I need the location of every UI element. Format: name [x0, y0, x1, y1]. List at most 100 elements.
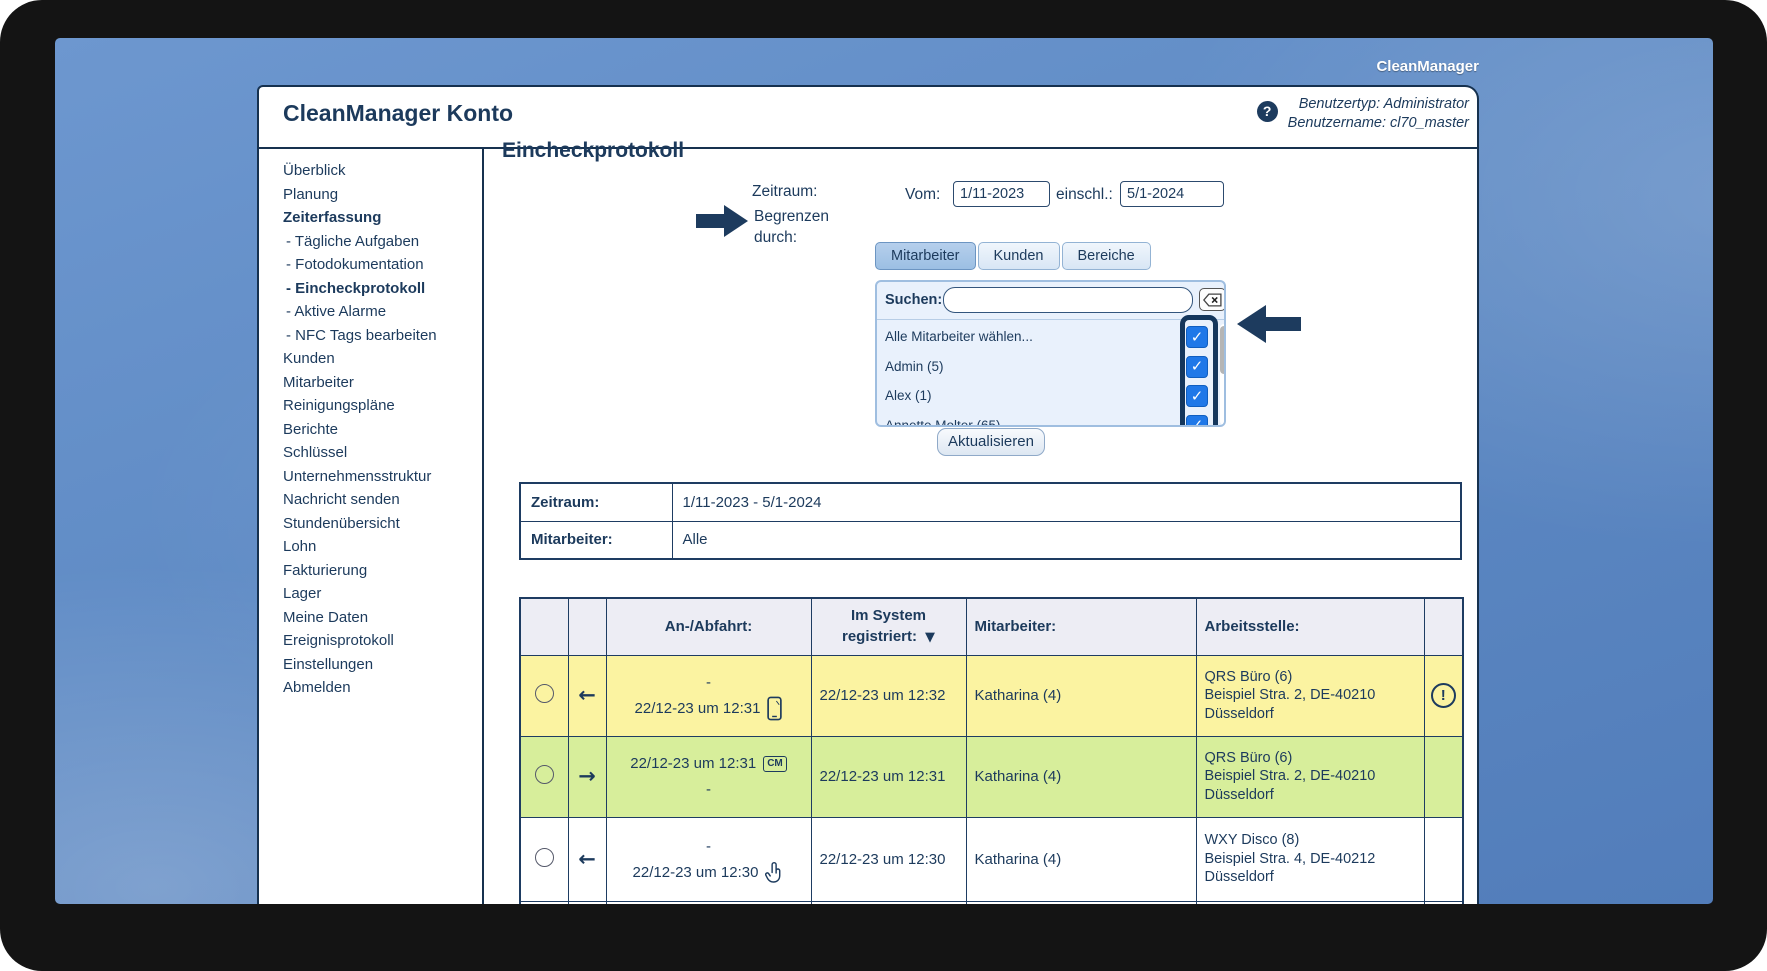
- direction-column-header: [568, 598, 606, 655]
- search-row: Suchen:: [877, 282, 1224, 320]
- protocol-row: ← -22/12-23 um 12:3122/12-23 um 12:32Kath…: [520, 655, 1463, 736]
- desktop-background: CleanManager CleanManager Konto ? Benutz…: [55, 38, 1713, 904]
- list-scrollbar[interactable]: [1220, 324, 1226, 425]
- section-title: Eincheckprotokoll: [502, 139, 684, 163]
- sidebar-item[interactable]: Mitarbeiter: [283, 371, 493, 395]
- annotation-arrow-left-icon: [1235, 302, 1301, 351]
- employee-list-item[interactable]: Annette Molter (65): [877, 411, 1224, 428]
- vom-label: Vom:: [905, 186, 940, 204]
- workplace-cell: WXY Disco (8)Beispiel Stra. 4, DE-40212D…: [1196, 817, 1424, 901]
- einschl-label: einschl.:: [1056, 186, 1113, 204]
- summary-label: Mitarbeiter:: [520, 521, 672, 559]
- protocol-row: →22/12-23 um 12:31CM-22/12-23 um 12:31Ka…: [520, 736, 1463, 817]
- employee-list-item[interactable]: Alle Mitarbeiter wählen...: [877, 322, 1224, 352]
- workplace-column-header: Arbeitsstelle:: [1196, 598, 1424, 655]
- arrival-departure-cell: -22/12-23 um 12:30: [606, 817, 811, 901]
- sidebar-item[interactable]: Berichte: [283, 418, 493, 442]
- registered-cell: 22/12-23 um 12:32: [811, 655, 966, 736]
- sidebar-item[interactable]: - NFC Tags bearbeiten: [283, 324, 493, 348]
- sidebar-item[interactable]: Meine Daten: [283, 606, 493, 630]
- summary-value: Alle: [672, 521, 1461, 559]
- workplace-cell: QRS Büro (6)Beispiel Stra. 2, DE-40210Dü…: [1196, 655, 1424, 736]
- employee-checkbox[interactable]: ✓: [1186, 356, 1208, 378]
- check-icon: ✓: [1191, 418, 1204, 427]
- check-icon: ✓: [1191, 330, 1204, 345]
- row-select-radio[interactable]: [535, 684, 554, 703]
- date-from-input[interactable]: [953, 181, 1050, 207]
- employee-list-item[interactable]: Admin (5): [877, 352, 1224, 382]
- sidebar-item[interactable]: - Aktive Alarme: [283, 300, 493, 324]
- phone-icon: [767, 696, 782, 721]
- arrow-left-icon: ←: [578, 847, 596, 871]
- sidebar-item[interactable]: Kunden: [283, 347, 493, 371]
- app-watermark: CleanManager: [1376, 58, 1479, 75]
- filter-summary-table: Zeitraum: 1/11-2023 - 5/1-2024 Mitarbeit…: [519, 482, 1462, 560]
- sidebar-item[interactable]: Nachricht senden: [283, 488, 493, 512]
- sidebar-item[interactable]: Ereignisprotokoll: [283, 629, 493, 653]
- filter-tabs: MitarbeiterKundenBereiche: [875, 242, 1153, 270]
- update-button[interactable]: Aktualisieren: [937, 428, 1045, 456]
- filter-tab[interactable]: Kunden: [978, 242, 1060, 270]
- sidebar-item[interactable]: Planung: [283, 183, 493, 207]
- help-icon[interactable]: ?: [1257, 101, 1278, 122]
- employee-list-item[interactable]: Alex (1): [877, 381, 1224, 411]
- sidebar-item[interactable]: Unternehmensstruktur: [283, 465, 493, 489]
- clear-search-icon[interactable]: [1199, 288, 1226, 311]
- search-input[interactable]: [943, 287, 1193, 313]
- registered-cell: 22/12-23 um 12:30: [811, 817, 966, 901]
- search-label: Suchen:: [885, 292, 942, 308]
- protocol-table: An-/Abfahrt: Im System registriert:▼ Mit…: [519, 597, 1464, 904]
- cm-badge-icon: CM: [763, 756, 787, 772]
- sidebar-item[interactable]: - Fotodokumentation: [283, 253, 493, 277]
- sidebar-item[interactable]: Überblick: [283, 159, 493, 183]
- sidebar-item[interactable]: Abmelden: [283, 676, 493, 700]
- employee-cell: Katharina (4): [966, 655, 1196, 736]
- row-select-radio[interactable]: [535, 765, 554, 784]
- sidebar-item[interactable]: Reinigungspläne: [283, 394, 493, 418]
- employee-dropdown: Suchen: Alle Mitarbeiter wählen...Admin …: [875, 280, 1226, 427]
- sidebar-item[interactable]: Schlüssel: [283, 441, 493, 465]
- select-column-header: [520, 598, 568, 655]
- workplace-cell: QRS Büro (6)Beispiel Stra. 2, DE-40210Dü…: [1196, 736, 1424, 817]
- account-title: CleanManager Konto: [283, 100, 513, 127]
- registered-cell: 22/12-23 um 12:31: [811, 736, 966, 817]
- arrival-departure-cell: -22/12-23 um 12:31: [606, 655, 811, 736]
- employee-list: Alle Mitarbeiter wählen...Admin (5)Alex …: [877, 322, 1224, 427]
- employee-checkbox[interactable]: ✓: [1186, 415, 1208, 428]
- protocol-header-row: An-/Abfahrt: Im System registriert:▼ Mit…: [520, 598, 1463, 655]
- row-select-radio[interactable]: [535, 848, 554, 867]
- protocol-row-clipped: [520, 901, 1463, 904]
- date-to-input[interactable]: [1120, 181, 1224, 207]
- sidebar-item[interactable]: Lohn: [283, 535, 493, 559]
- summary-value: 1/11-2023 - 5/1-2024: [672, 483, 1461, 521]
- filter-tab[interactable]: Bereiche: [1062, 242, 1151, 270]
- employee-checkbox[interactable]: ✓: [1186, 385, 1208, 407]
- arrow-left-icon: ←: [578, 683, 596, 707]
- arrow-right-icon: →: [578, 764, 596, 788]
- warning-column-header: [1424, 598, 1463, 655]
- sort-descending-icon[interactable]: ▼: [925, 630, 935, 645]
- check-icon: ✓: [1191, 389, 1204, 404]
- check-icon: ✓: [1191, 359, 1204, 374]
- summary-row: Mitarbeiter: Alle: [520, 521, 1461, 559]
- sidebar-item[interactable]: - Tägliche Aufgaben: [283, 230, 493, 254]
- employee-cell: Katharina (4): [966, 736, 1196, 817]
- sidebar-item[interactable]: Lager: [283, 582, 493, 606]
- employee-checkbox[interactable]: ✓: [1186, 326, 1208, 348]
- user-type-label: Benutzertyp: Administrator: [1288, 95, 1469, 114]
- employee-column-header: Mitarbeiter:: [966, 598, 1196, 655]
- zeitraum-label: Zeitraum:: [752, 183, 817, 201]
- sidebar-item[interactable]: - Eincheckprotokoll: [283, 277, 493, 301]
- filter-tab[interactable]: Mitarbeiter: [875, 242, 976, 270]
- sidebar-item[interactable]: Fakturierung: [283, 559, 493, 583]
- registered-column-header: Im System registriert:▼: [811, 598, 966, 655]
- warning-icon: !: [1431, 683, 1456, 708]
- sidebar-item[interactable]: Einstellungen: [283, 653, 493, 677]
- sidebar-item[interactable]: Stundenübersicht: [283, 512, 493, 536]
- summary-row: Zeitraum: 1/11-2023 - 5/1-2024: [520, 483, 1461, 521]
- user-name-label: Benutzername: cl70_master: [1288, 114, 1469, 133]
- protocol-row: ←-22/12-23 um 12:3022/12-23 um 12:30Kath…: [520, 817, 1463, 901]
- sidebar-item[interactable]: Zeiterfassung: [283, 206, 493, 230]
- sidebar-nav: ÜberblickPlanungZeiterfassung- Tägliche …: [283, 159, 493, 700]
- begrenzen-label: Begrenzen durch:: [754, 206, 829, 248]
